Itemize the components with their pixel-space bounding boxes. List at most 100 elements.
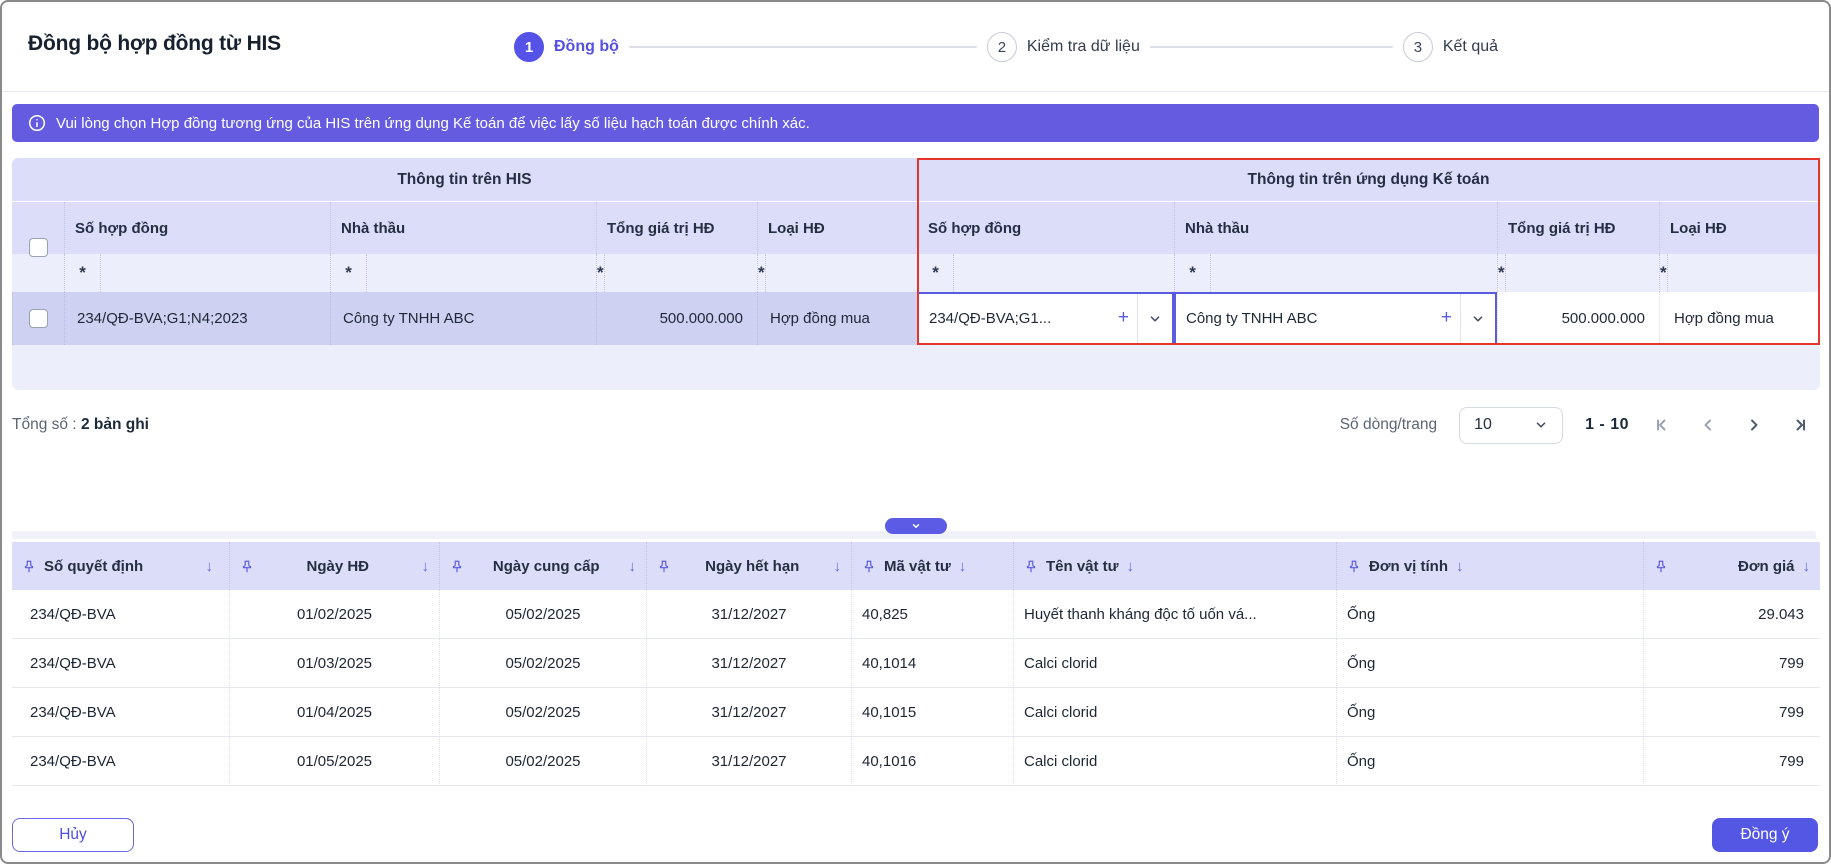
filter-input-his-nha-thau[interactable] (367, 254, 596, 292)
first-page-icon[interactable] (1651, 414, 1673, 436)
total-records: Tổng số : 2 bản ghi (12, 416, 149, 434)
next-page-icon[interactable] (1743, 414, 1765, 436)
pin-icon[interactable] (1024, 559, 1038, 574)
info-icon (28, 114, 46, 132)
rows-per-page-select[interactable]: 10 (1459, 406, 1564, 444)
contract-items-table: Số quyết định ↓ Ngày HĐ ↓ Ngày cung cấp … (12, 542, 1820, 786)
pin-icon[interactable] (450, 559, 464, 574)
pager (1651, 414, 1819, 436)
column-label: Đơn vị tính (1369, 557, 1448, 575)
filter-input-acc-loai-hd[interactable] (1667, 254, 1820, 292)
cell-acc-so-hop-dong: 234/QĐ-BVA;G1... + (917, 292, 1174, 345)
cell-so-quyet-dinh: 234/QĐ-BVA (12, 590, 229, 639)
contract-mapping-table: Thông tin trên HIS Thông tin trên ứng dụ… (12, 158, 1820, 390)
col-header-his-nha-thau: Nhà thầu (330, 202, 596, 254)
pin-icon[interactable] (1347, 559, 1361, 574)
rows-per-page-value: 10 (1474, 416, 1492, 433)
row-checkbox[interactable] (29, 309, 48, 328)
detail-header-ten-vat-tu[interactable]: Tên vật tư ↓ (1013, 542, 1336, 590)
filter-input-acc-nha-thau[interactable] (1211, 254, 1497, 292)
filter-cell: * (596, 254, 757, 292)
sort-desc-icon[interactable]: ↓ (834, 558, 842, 575)
column-label: Ngày cung cấp (492, 557, 600, 575)
cell-don-vi-tinh: Ống (1336, 590, 1643, 639)
cell-his-nha-thau: Công ty TNHH ABC (330, 292, 596, 345)
panel-splitter (2, 460, 1829, 542)
acc-contract-select[interactable]: 234/QĐ-BVA;G1... + (917, 292, 1174, 345)
cell-so-quyet-dinh: 234/QĐ-BVA (12, 737, 229, 786)
pin-icon[interactable] (240, 559, 254, 574)
add-contract-icon[interactable]: + (1112, 307, 1137, 331)
acc-vendor-select[interactable]: Công ty TNHH ABC + (1174, 292, 1497, 345)
required-marker: * (758, 254, 766, 292)
filter-input-acc-tong-gia-tri[interactable] (1505, 254, 1659, 292)
sort-desc-icon[interactable]: ↓ (629, 558, 637, 575)
confirm-button[interactable]: Đồng ý (1712, 818, 1818, 852)
filter-input-his-so-hop-dong[interactable] (101, 254, 330, 292)
select-all-checkbox[interactable] (28, 237, 48, 257)
cancel-button[interactable]: Hủy (12, 818, 134, 852)
pin-icon[interactable] (22, 559, 36, 574)
collapse-handle[interactable] (884, 518, 947, 534)
detail-header-ma-vat-tu[interactable]: Mã vật tư ↓ (851, 542, 1013, 590)
chevron-down-icon (1536, 422, 1546, 428)
detail-header-ngay-hd[interactable]: Ngày HĐ ↓ (229, 542, 439, 590)
column-label: Tên vật tư (1046, 557, 1119, 575)
col-header-acc-nha-thau: Nhà thầu (1174, 202, 1497, 254)
filter-input-his-tong-gia-tri[interactable] (604, 254, 757, 292)
cell-acc-tong-gia-tri: 500.000.000 (1497, 292, 1659, 345)
pagination-bar: Tổng số : 2 bản ghi Số dòng/trang 10 1 -… (2, 390, 1829, 460)
required-marker: * (1660, 254, 1668, 292)
col-header-acc-loai-hd: Loại HĐ (1659, 202, 1820, 254)
detail-header-don-gia[interactable]: Đơn giá ↓ (1643, 542, 1820, 590)
detail-header-don-vi-tinh[interactable]: Đơn vị tính ↓ (1336, 542, 1643, 590)
acc-vendor-value: Công ty TNHH ABC (1186, 310, 1318, 327)
step-2-circle[interactable]: 2 (986, 32, 1017, 62)
filter-input-his-loai-hd[interactable] (765, 254, 917, 292)
chevron-down-icon[interactable] (1461, 294, 1495, 343)
pin-icon[interactable] (862, 559, 876, 574)
sort-desc-icon[interactable]: ↓ (959, 558, 967, 575)
step-1-circle[interactable]: 1 (514, 32, 544, 62)
filter-cell: * (1497, 254, 1659, 292)
sort-desc-icon[interactable]: ↓ (1456, 558, 1464, 575)
required-marker: * (65, 254, 101, 292)
step-connector (628, 46, 977, 48)
total-label: Tổng số : (12, 416, 77, 433)
detail-header-ngay-het-han[interactable]: Ngày hết hạn ↓ (646, 542, 851, 590)
pin-icon[interactable] (1654, 559, 1668, 574)
step-3-circle[interactable]: 3 (1402, 32, 1433, 62)
cell-ten-vat-tu: Calci clorid (1013, 688, 1336, 737)
cell-so-quyet-dinh: 234/QĐ-BVA (12, 639, 229, 688)
rows-per-page-label: Số dòng/trang (1339, 416, 1438, 433)
required-marker: * (1498, 254, 1506, 292)
column-label: Số quyết định (44, 557, 144, 575)
cell-don-gia: 799 (1643, 639, 1820, 688)
detail-header-ngay-cung-cap[interactable]: Ngày cung cấp ↓ (439, 542, 646, 590)
sort-desc-icon[interactable]: ↓ (422, 558, 430, 575)
detail-header-so-quyet-dinh[interactable]: Số quyết định ↓ (12, 542, 229, 590)
cell-his-tong-gia-tri: 500.000.000 (596, 292, 757, 345)
sort-desc-icon[interactable]: ↓ (1127, 558, 1135, 575)
column-label: Ngày hết hạn (705, 557, 800, 575)
cell-ten-vat-tu: Calci clorid (1013, 639, 1336, 688)
step-1-label: Đồng bộ (554, 38, 619, 55)
chevron-down-icon[interactable] (1138, 294, 1172, 343)
select-all-cell (12, 202, 64, 292)
last-page-icon[interactable] (1789, 414, 1811, 436)
cell-ma-vat-tu: 40,1016 (851, 737, 1013, 786)
cell-don-gia: 799 (1643, 688, 1820, 737)
page-title: Đồng bộ hợp đồng từ HIS (28, 32, 281, 55)
pin-icon[interactable] (657, 559, 671, 574)
cell-ngay-cung-cap: 05/02/2025 (439, 639, 646, 688)
sort-desc-icon[interactable]: ↓ (206, 558, 220, 575)
group-header-his: Thông tin trên HIS (12, 158, 917, 202)
filter-input-acc-so-hop-dong[interactable] (954, 254, 1174, 292)
cell-his-loai-hd: Hợp đồng mua (757, 292, 917, 345)
add-vendor-icon[interactable]: + (1435, 307, 1460, 331)
prev-page-icon[interactable] (1697, 414, 1719, 436)
column-label: Đơn giá (1738, 557, 1795, 575)
sort-desc-icon[interactable]: ↓ (1803, 558, 1811, 575)
cell-ten-vat-tu: Calci clorid (1013, 737, 1336, 786)
cell-ngay-hd: 01/04/2025 (229, 688, 439, 737)
